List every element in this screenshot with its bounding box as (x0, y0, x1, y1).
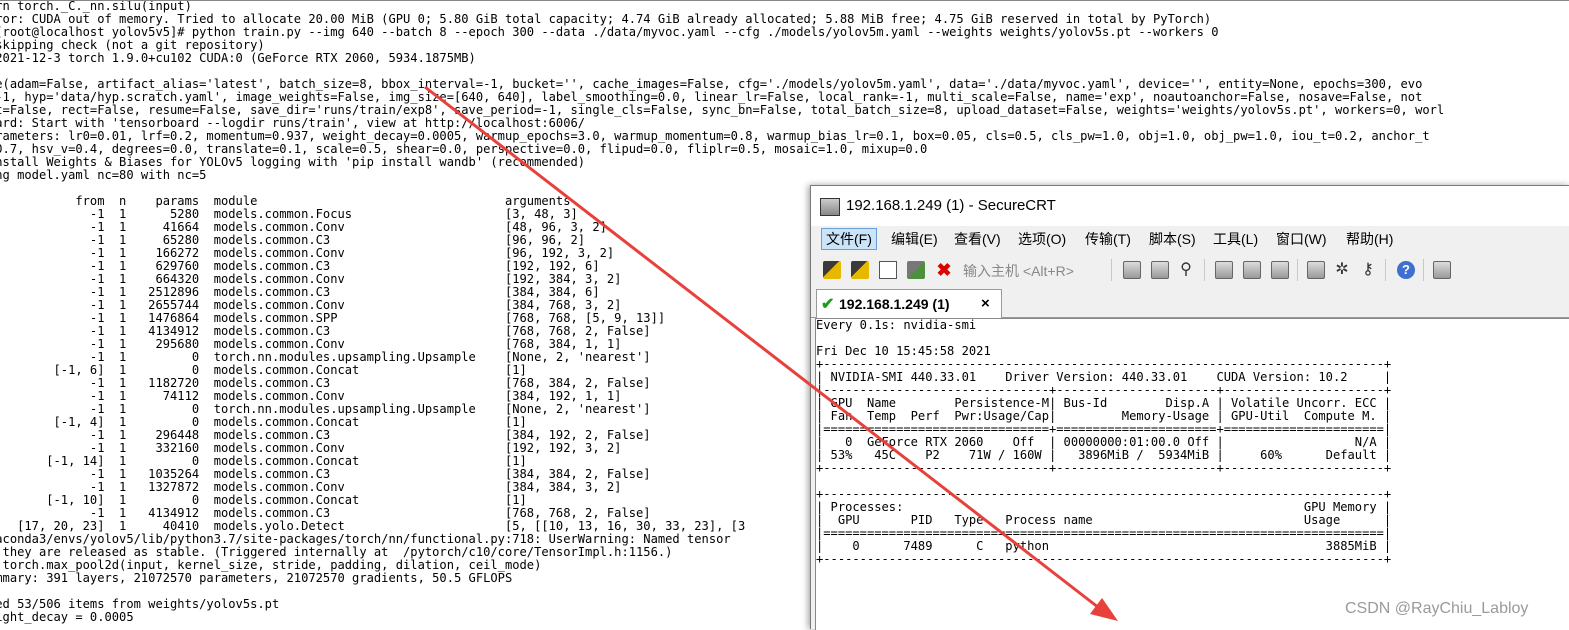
menu-help[interactable]: 帮助(H) (1344, 229, 1395, 249)
sftp-icon[interactable] (1433, 261, 1451, 279)
print-icon[interactable] (1271, 261, 1289, 279)
reconnect-icon[interactable] (907, 261, 925, 279)
keymap-icon[interactable]: ⚷ (1359, 261, 1377, 279)
menu-options[interactable]: 选项(O) (1016, 229, 1068, 249)
disconnect-icon[interactable]: ✖ (935, 261, 953, 279)
menu-edit[interactable]: 编辑(E) (889, 229, 940, 249)
host-input[interactable]: 输入主机 <Alt+R> (963, 261, 1074, 281)
securecrt-window: 192.168.1.249 (1) - SecureCRT 文件(F) 编辑(E… (810, 185, 1569, 630)
print-selection-icon[interactable] (1243, 261, 1261, 279)
watermark: CSDN @RayChiu_Labloy (1345, 600, 1529, 617)
menu-view[interactable]: 查看(V) (952, 229, 1003, 249)
toolbar-separator (1297, 259, 1298, 281)
print-setup-icon[interactable] (1215, 261, 1233, 279)
menu-transfer[interactable]: 传输(T) (1083, 229, 1133, 249)
menu-script[interactable]: 脚本(S) (1147, 229, 1198, 249)
menu-window[interactable]: 窗口(W) (1274, 229, 1329, 249)
window-edge (0, 0, 1569, 1)
tab-session[interactable]: ✔ 192.168.1.249 (1) × (816, 289, 1002, 318)
terminal-line: 2021-12-3 torch 1.9.0+cu102 CUDA:0 (GeFo… (0, 51, 476, 65)
toolbar-separator (1385, 259, 1386, 281)
toolbar-separator (1204, 259, 1205, 281)
tab-close-icon[interactable]: × (981, 295, 990, 312)
connect-icon[interactable] (823, 261, 841, 279)
nvidia-smi-line: +-------------------------------+-------… (816, 461, 1392, 475)
paste-icon[interactable] (1151, 261, 1169, 279)
nvidia-smi-line: Every 0.1s: nvidia-smi (816, 318, 977, 332)
menu-file[interactable]: 文件(F) (821, 228, 877, 250)
toolbar-separator (1423, 259, 1424, 281)
session-options-icon[interactable] (1307, 261, 1325, 279)
connect-tab-icon[interactable] (879, 261, 897, 279)
global-options-icon[interactable]: ✲ (1333, 261, 1351, 279)
tab-label[interactable]: 192.168.1.249 (1) (839, 296, 950, 312)
terminal-line: ing model.yaml nc=80 with nc=5 (0, 168, 207, 182)
copy-icon[interactable] (1123, 261, 1141, 279)
session-tabs: ✔ 192.168.1.249 (1) × (811, 287, 1569, 318)
find-icon[interactable]: ⚲ (1177, 261, 1195, 279)
toolbar: ✖ 输入主机 <Alt+R> ⚲ ✲ ⚷ ? (811, 253, 1569, 287)
menu-tools[interactable]: 工具(L) (1211, 229, 1260, 249)
quick-connect-icon[interactable] (851, 261, 869, 279)
securecrt-app-icon (820, 198, 840, 216)
window-title: 192.168.1.249 (1) - SecureCRT (846, 197, 1056, 214)
nvidia-smi-line: +---------------------------------------… (816, 552, 1392, 566)
terminal-line: Install Weights & Biases for YOLOv5 logg… (0, 155, 586, 169)
connected-check-icon: ✔ (821, 296, 835, 313)
menu-bar: 文件(F) 编辑(E) 查看(V) 选项(O) 传输(T) 脚本(S) 工具(L… (811, 226, 1569, 252)
toolbar-separator (1111, 259, 1112, 281)
terminal-screen[interactable]: Every 0.1s: nvidia-smi Fri Dec 10 15:45:… (815, 318, 1569, 630)
title-bar[interactable]: 192.168.1.249 (1) - SecureCRT (811, 186, 1569, 226)
help-icon[interactable]: ? (1397, 261, 1415, 279)
